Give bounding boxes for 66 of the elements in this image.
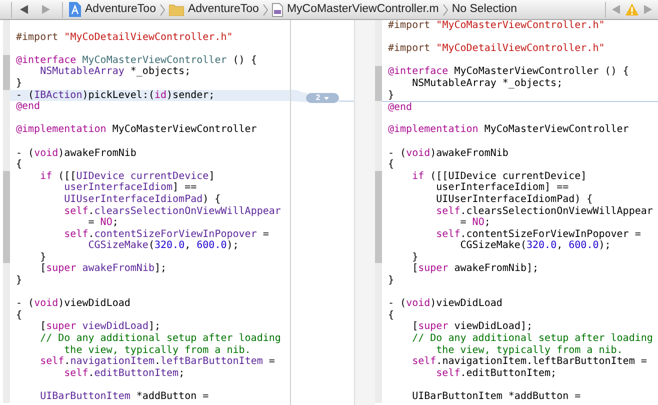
code-line: CGSizeMake(320.0, 600.0); — [87, 240, 240, 252]
code-line: { — [387, 310, 396, 322]
chevron-icon — [442, 4, 448, 16]
code-line: { — [15, 159, 24, 171]
code-line: { — [387, 159, 396, 171]
code-line: [super awakeFromNib]; — [39, 263, 168, 276]
project-file-icon — [69, 2, 81, 17]
warning-icon[interactable] — [625, 3, 639, 16]
code-line: - (void)viewDidLoad — [15, 298, 132, 310]
code-line: userInterfaceIdiom] == — [63, 182, 198, 194]
code-line: NSMutableArray *_objects; — [39, 66, 192, 78]
code-line: if ([[UIDevice currentDevice] — [39, 170, 216, 182]
path-item[interactable]: AdventureToo — [168, 0, 259, 18]
code-line: } — [411, 252, 420, 263]
code-line: #import "MyCoDetailViewController.h" — [387, 43, 606, 55]
code-line: self.clearsSelectionOnViewWillAppear — [63, 206, 282, 218]
chevron-icon — [262, 4, 268, 16]
code-line: the view, typically from a nib. — [435, 344, 624, 356]
code-line: @interface MyCoMasterViewController () { — [15, 54, 258, 66]
code-line: - (void)viewDidLoad — [387, 298, 504, 310]
diff-connector-drawing — [291, 89, 354, 102]
code-line: UIUserInterfaceIdiomPad) { — [63, 194, 222, 206]
code-line: self.contentSizeForViewInPopover = — [435, 228, 642, 240]
code-line: UIBarButtonItem *addButton = — [39, 391, 210, 403]
code-line: [super viewDidLoad]; — [39, 321, 162, 333]
source-file-icon — [272, 2, 283, 16]
code-line: @end — [382, 101, 658, 113]
code-line: [super viewDidLoad]; — [411, 321, 534, 333]
code-line: NSMutableArray *_objects; — [411, 78, 564, 90]
code-line: @interface MyCoMasterViewController () { — [387, 66, 630, 78]
code-line: @implementation MyCoMasterViewController — [387, 124, 630, 136]
code-line: #import "MyCoMasterViewController.h" — [387, 20, 606, 32]
code-line: #import "MyCoDetailViewController.h" — [15, 32, 234, 44]
code-line: } — [15, 78, 24, 90]
code-line: } — [39, 252, 48, 263]
code-line: self.editButtonItem; — [63, 368, 186, 380]
code-line: { — [15, 310, 24, 322]
chevron-icon — [160, 4, 165, 16]
code-line: self.clearsSelectionOnViewWillAppear — [435, 206, 654, 218]
code-line: the view, typically from a nib. — [63, 344, 251, 356]
code-line: if ([[UIDevice currentDevice] — [411, 170, 588, 182]
path-item[interactable]: AdventureToo — [69, 0, 156, 18]
code-line: - (void)awakeFromNib — [15, 148, 138, 159]
code-line: self.navigationItem.leftBarButtonItem = — [39, 356, 276, 368]
code-line: self.contentSizeForViewInPopover = — [63, 228, 270, 240]
code-line: } — [387, 90, 396, 102]
code-line: UIUserInterfaceIdiomPad) { — [435, 194, 594, 206]
folder-icon — [168, 4, 184, 16]
caret-icon — [324, 96, 330, 100]
path-item[interactable]: No Selection — [452, 0, 518, 18]
code-line: } — [15, 275, 24, 287]
code-line: // Do any additional setup after loading — [39, 333, 282, 345]
code-line: userInterfaceIdiom] == — [435, 182, 570, 194]
code-line: = NO; — [87, 217, 120, 229]
code-line: self.navigationItem.leftBarButtonItem = — [411, 356, 648, 368]
code-line: // Do any additional setup after loading — [411, 333, 654, 345]
path-item[interactable]: MyCoMasterViewController.m — [272, 0, 439, 18]
code-line: } — [387, 275, 396, 287]
code-line: = NO; — [459, 217, 492, 229]
code-line: self.editButtonItem; — [435, 368, 558, 380]
code-line: [super awakeFromNib]; — [411, 263, 540, 276]
code-line: CGSizeMake(320.0, 600.0); — [459, 240, 612, 252]
code-line: - (void)awakeFromNib — [387, 148, 510, 159]
code-line: @end — [15, 101, 42, 113]
code-line: @implementation MyCoMasterViewController — [15, 124, 258, 136]
code-line: UIBarButtonItem *addButton = — [411, 391, 582, 403]
